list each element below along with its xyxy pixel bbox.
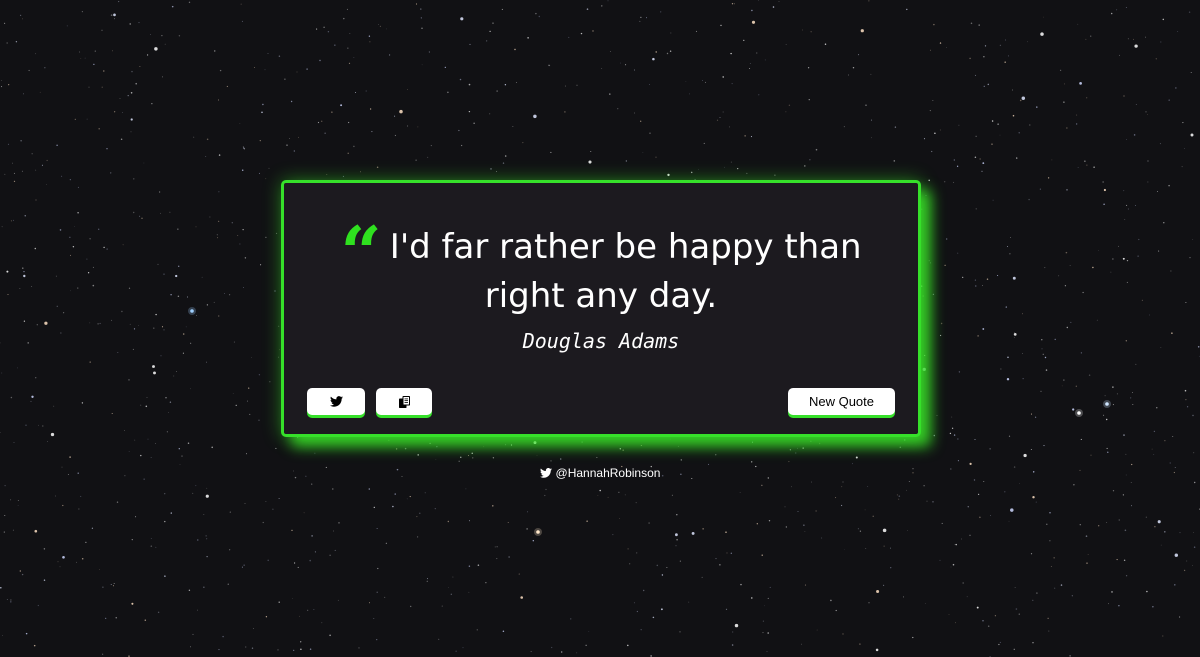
quote-author: Douglas Adams <box>522 329 680 353</box>
quote-text: I'd far rather be happy than right any d… <box>389 227 862 316</box>
quote-text-block: “I'd far rather be happy than right any … <box>309 210 893 321</box>
author-twitter-link[interactable]: @HannahRobinson <box>539 465 661 481</box>
new-quote-button[interactable]: New Quote <box>788 388 895 415</box>
quote-card: “I'd far rather be happy than right any … <box>281 180 921 437</box>
footer: @HannahRobinson <box>0 465 1200 482</box>
author-twitter-handle: @HannahRobinson <box>555 466 661 480</box>
copy-quote-button[interactable] <box>376 388 432 415</box>
tweet-quote-button[interactable] <box>307 388 365 415</box>
quote-left-icon: “ <box>340 210 382 295</box>
twitter-icon <box>329 396 343 407</box>
twitter-icon <box>539 468 552 478</box>
copy-icon <box>398 395 410 408</box>
